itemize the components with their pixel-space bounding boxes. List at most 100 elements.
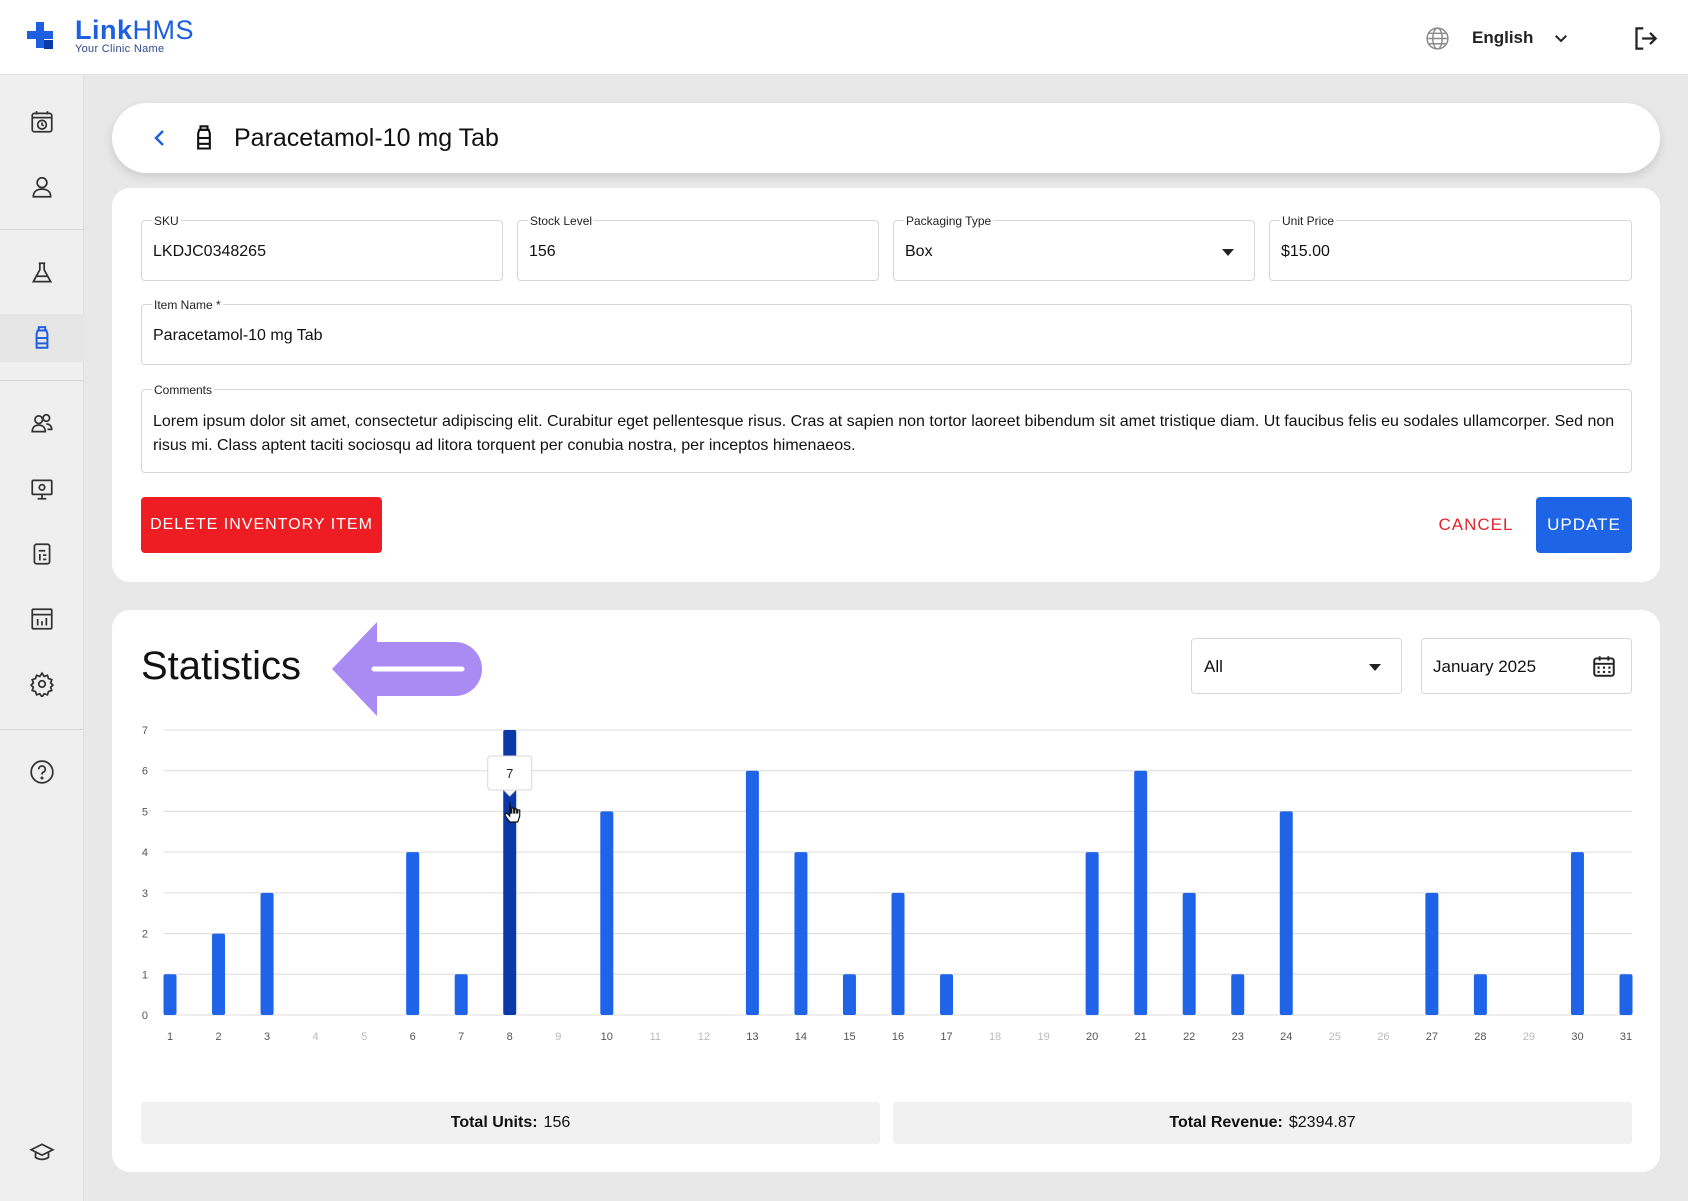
x-tick-label: 24 — [1280, 1031, 1292, 1043]
bar — [1182, 892, 1196, 1015]
y-tick-label: 0 — [142, 1010, 148, 1022]
x-tick-label: 18 — [989, 1031, 1001, 1043]
sidebar-item-appointments[interactable] — [0, 98, 84, 146]
billing-icon — [33, 543, 51, 565]
comments-label: Comments — [152, 383, 215, 397]
statistics-card: Statistics All January 2025 012345671234… — [112, 610, 1660, 1172]
sidebar-divider — [0, 380, 84, 381]
bar — [1231, 974, 1245, 1015]
y-tick-label: 4 — [142, 847, 148, 859]
item-name-field[interactable]: Item Name * Paracetamol-10 mg Tab — [141, 298, 1632, 365]
stock-level-value[interactable]: 156 — [529, 243, 556, 261]
chevron-down-icon[interactable] — [1552, 29, 1570, 47]
calendar-icon[interactable] — [1591, 653, 1617, 679]
x-tick-label: 25 — [1329, 1031, 1341, 1043]
lab-flask-icon — [31, 262, 53, 283]
update-button[interactable]: UPDATE — [1536, 497, 1632, 553]
x-tick-label: 19 — [1037, 1031, 1049, 1043]
x-tick-label: 22 — [1183, 1031, 1195, 1043]
bar — [940, 974, 954, 1015]
sidebar-item-billing[interactable] — [0, 530, 84, 578]
delete-inventory-item-button[interactable]: DELETE INVENTORY ITEM — [141, 497, 382, 553]
back-arrow-icon[interactable] — [148, 126, 172, 150]
sidebar-item-education[interactable] — [0, 1129, 84, 1177]
bar — [1570, 852, 1584, 1015]
x-tick-label: 29 — [1523, 1031, 1535, 1043]
x-tick-label: 23 — [1232, 1031, 1244, 1043]
comments-field[interactable]: Comments Lorem ipsum dolor sit amet, con… — [141, 383, 1632, 473]
x-tick-label: 10 — [601, 1031, 613, 1043]
sidebar-item-lab[interactable] — [0, 249, 84, 297]
sidebar-item-settings[interactable] — [0, 660, 84, 708]
x-tick-label: 1 — [167, 1031, 173, 1043]
item-header: Paracetamol-10 mg Tab — [112, 103, 1660, 173]
daily-units-bar-chart: 012345671 2 3 4 5 6 7 8 9 10 11 12 13 14 15 16 17 18 19 20 2… — [142, 725, 1633, 1043]
sidebar-item-staff[interactable] — [0, 400, 84, 448]
statistics-title: Statistics — [141, 644, 302, 688]
bar — [1134, 770, 1148, 1015]
patient-icon — [32, 176, 52, 198]
unit-price-value[interactable]: $15.00 — [1281, 243, 1330, 261]
monitor-icon — [31, 479, 53, 500]
dropdown-arrow-icon[interactable] — [1369, 664, 1381, 671]
sidebar-item-help[interactable] — [0, 748, 84, 796]
x-tick-label: 7 — [458, 1031, 464, 1043]
unit-price-field[interactable]: Unit Price $15.00 — [1269, 214, 1632, 281]
bar — [1085, 852, 1099, 1015]
statistics-filter-select[interactable]: All — [1191, 638, 1402, 694]
bar — [842, 974, 856, 1015]
brand-name-bold: Link — [75, 15, 133, 45]
item-name-value[interactable]: Paracetamol-10 mg Tab — [153, 327, 323, 345]
sidebar-item-monitor[interactable] — [0, 465, 84, 513]
tooltip-value: 7 — [506, 766, 513, 781]
x-tick-label: 9 — [555, 1031, 561, 1043]
y-tick-label: 2 — [142, 929, 148, 941]
sku-value[interactable]: LKDJC0348265 — [153, 243, 266, 261]
bar — [260, 892, 274, 1015]
globe-icon[interactable] — [1425, 26, 1450, 51]
logout-icon[interactable] — [1632, 25, 1659, 52]
top-bar: LinkHMS Your Clinic Name English — [0, 0, 1688, 75]
bar — [794, 852, 808, 1015]
packaging-type-value[interactable]: Box — [905, 243, 933, 261]
brand-name-regular: HMS — [132, 15, 195, 45]
language-select[interactable]: English — [1472, 28, 1533, 48]
sidebar-item-patients[interactable] — [0, 163, 84, 211]
x-tick-label: 26 — [1377, 1031, 1389, 1043]
x-tick-label: 12 — [698, 1031, 710, 1043]
cancel-button[interactable]: CANCEL — [1426, 497, 1526, 553]
sidebar-divider — [0, 229, 84, 230]
x-tick-label: 28 — [1474, 1031, 1486, 1043]
total-revenue-value: $2394.87 — [1288, 1114, 1356, 1131]
x-tick-label: 8 — [507, 1031, 513, 1043]
packaging-type-select[interactable]: Packaging Type Box — [893, 214, 1255, 281]
x-tick-label: 13 — [746, 1031, 758, 1043]
sidebar-item-pharmacy[interactable] — [0, 314, 84, 362]
bar — [212, 933, 226, 1015]
sidebar — [0, 75, 84, 1201]
x-tick-label: 16 — [892, 1031, 904, 1043]
sidebar-item-reports[interactable] — [0, 595, 84, 643]
pharmacy-bottle-icon — [35, 326, 49, 349]
staff-icon — [31, 413, 53, 433]
help-icon — [30, 760, 54, 784]
y-tick-label: 7 — [142, 725, 148, 737]
bar — [891, 892, 905, 1015]
sku-field[interactable]: SKU LKDJC0348265 — [141, 214, 503, 281]
month-picker[interactable]: January 2025 — [1421, 638, 1632, 694]
total-units-value: 156 — [543, 1114, 571, 1131]
bar — [600, 811, 614, 1015]
bar — [1619, 974, 1633, 1015]
stock-level-label: Stock Level — [528, 214, 595, 228]
dropdown-arrow-icon[interactable] — [1222, 249, 1234, 256]
reports-icon — [31, 608, 53, 630]
x-tick-label: 11 — [650, 1031, 661, 1043]
comments-value[interactable]: Lorem ipsum dolor sit amet, consectetur … — [153, 410, 1619, 458]
x-tick-label: 31 — [1620, 1031, 1632, 1043]
sku-label: SKU — [152, 214, 181, 228]
clinic-logo-icon — [27, 22, 53, 49]
total-units-label: Total Units: — [450, 1114, 538, 1131]
stock-level-field[interactable]: Stock Level 156 — [517, 214, 879, 281]
total-revenue-label: Total Revenue: — [1169, 1114, 1283, 1131]
x-tick-label: 2 — [215, 1031, 221, 1043]
